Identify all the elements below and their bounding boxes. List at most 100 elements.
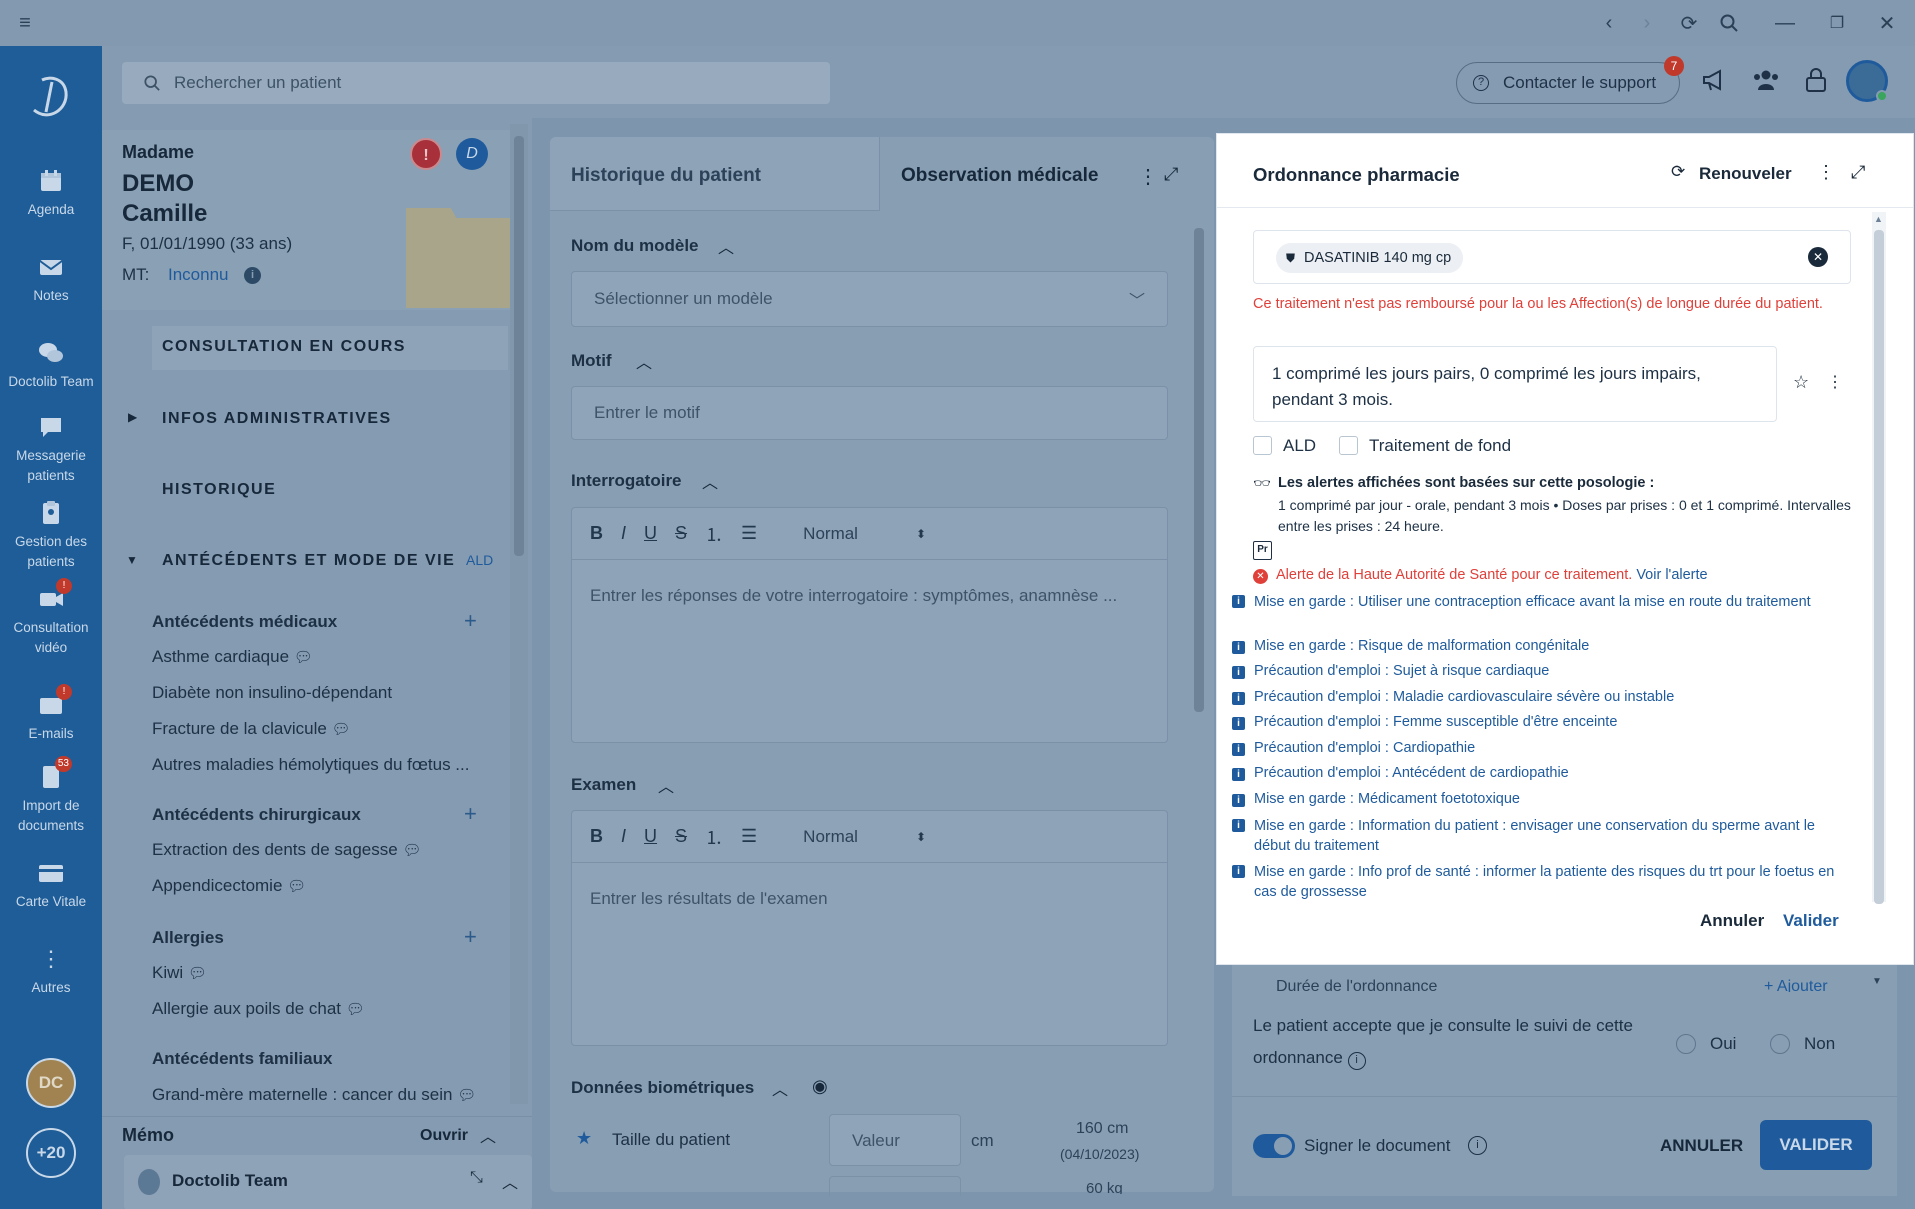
list-item[interactable]: Autres maladies hémolytiques du fœtus ..… <box>152 755 469 775</box>
chevron-up-icon[interactable]: ︿ <box>502 1169 518 1193</box>
memo-open-button[interactable]: Ouvrir <box>420 1127 468 1145</box>
nav-notes[interactable]: Notes <box>0 252 102 306</box>
height-input[interactable]: Valeur <box>829 1114 961 1166</box>
nav-import-documents[interactable]: 53 Import de documents <box>0 756 102 836</box>
doctolib-logo[interactable] <box>24 70 76 122</box>
ordered-list-icon[interactable]: ⒈ <box>705 521 723 547</box>
info-icon[interactable]: i <box>1468 1136 1487 1155</box>
rule-item[interactable]: i Mise en garde : Information du patient … <box>1232 816 1854 856</box>
middle-scrollbar[interactable] <box>1190 214 1208 1186</box>
italic-icon[interactable]: I <box>621 826 626 847</box>
list-item[interactable]: Kiwi 💬︎ <box>152 963 207 983</box>
list-item[interactable]: Appendicectomie 💬︎ <box>152 876 306 896</box>
patient-scrollbar[interactable] <box>510 124 528 1104</box>
scroll-up-icon[interactable]: ▲ <box>1874 214 1883 224</box>
strike-icon[interactable]: S <box>675 826 687 847</box>
user-avatar[interactable]: DC <box>26 1058 76 1108</box>
strike-icon[interactable]: S <box>675 523 687 544</box>
info-icon[interactable]: i <box>244 267 261 284</box>
footer-validate-button[interactable]: VALIDER <box>1760 1120 1872 1170</box>
consent-yes-radio[interactable] <box>1676 1034 1696 1054</box>
maximize-icon[interactable]: ❐ <box>1824 10 1850 36</box>
bold-icon[interactable]: B <box>590 826 603 847</box>
star-icon[interactable]: ★ <box>576 1128 592 1149</box>
patient-search-input[interactable]: Rechercher un patient <box>122 62 830 104</box>
scroll-down-icon[interactable]: ▼ <box>1872 976 1882 987</box>
rule-item[interactable]: i Mise en garde : Utiliser une contracept… <box>1232 592 1854 612</box>
nav-gestion-patients[interactable]: Gestion des patients <box>0 498 102 572</box>
nav-agenda[interactable]: Agenda <box>0 166 102 220</box>
chevron-up-icon[interactable]: ︿ <box>702 469 718 493</box>
italic-icon[interactable]: I <box>621 523 626 544</box>
doctolib-badge-icon[interactable]: D <box>456 138 488 170</box>
chevron-up-icon[interactable]: ︿ <box>480 1123 496 1147</box>
mt-value[interactable]: Inconnu <box>168 265 229 285</box>
model-select[interactable]: Sélectionner un modèle ﹀ <box>571 271 1168 327</box>
format-select[interactable]: Normal <box>803 524 858 544</box>
list-item[interactable]: Extraction des dents de sagesse 💬︎ <box>152 840 421 860</box>
background-treatment-checkbox[interactable] <box>1339 436 1358 455</box>
profile-avatar[interactable] <box>1846 60 1888 102</box>
minimize-icon[interactable]: — <box>1772 10 1798 36</box>
footer-cancel-button[interactable]: ANNULER <box>1660 1136 1743 1156</box>
list-item[interactable]: Diabète non insulino-dépendant <box>152 683 392 703</box>
add-allergy-icon[interactable]: + <box>464 924 477 950</box>
remove-drug-icon[interactable]: ✕ <box>1808 247 1828 267</box>
interrogatoire-editor[interactable]: BIUS ⒈ ☰ Normal ⬍ Entrer les réponses de v… <box>571 507 1168 743</box>
nav-autres[interactable]: ⋮ Autres <box>0 944 102 998</box>
nav-carte-vitale[interactable]: Carte Vitale <box>0 858 102 912</box>
collapse-arrows-icon[interactable]: ⤡ <box>470 1169 483 1187</box>
star-outline-icon[interactable]: ☆ <box>1793 372 1809 393</box>
reload-icon[interactable]: ⟳ <box>1676 10 1702 36</box>
zoom-icon[interactable] <box>1716 10 1742 36</box>
list-item[interactable]: Asthme cardiaque 💬︎ <box>152 647 313 667</box>
more-vertical-icon[interactable]: ⋮ <box>1138 164 1158 189</box>
bullet-list-icon[interactable]: ☰ <box>741 523 757 544</box>
eye-icon[interactable]: ◉ <box>812 1076 828 1097</box>
bullet-list-icon[interactable]: ☰ <box>741 826 757 847</box>
expand-icon[interactable]: ⤢ <box>1164 164 1178 185</box>
renew-button[interactable]: Renouveler <box>1699 164 1792 184</box>
nav-consultation-video[interactable]: ! Consultation vidéo <box>0 578 102 658</box>
see-alert-link[interactable]: Voir l'alerte <box>1636 567 1707 583</box>
rule-item[interactable]: i Mise en garde : Médicament foetotoxique <box>1232 791 1520 807</box>
rule-item[interactable]: i Mise en garde : Info prof de santé : in… <box>1232 862 1854 902</box>
modal-scrollbar[interactable] <box>1872 212 1886 904</box>
add-duration-button[interactable]: + Ajouter <box>1764 978 1828 992</box>
forward-icon[interactable]: › <box>1634 10 1660 36</box>
expand-icon[interactable]: ⤢ <box>1851 162 1865 183</box>
drug-chip[interactable]: ⛊ DASATINIB 140 mg cp <box>1276 243 1464 273</box>
close-window-icon[interactable]: ✕ <box>1874 10 1900 36</box>
rule-item[interactable]: i Précaution d'emploi : Femme susceptible… <box>1232 714 1617 730</box>
more-apps-button[interactable]: +20 <box>26 1128 76 1178</box>
list-item[interactable]: Allergie aux poils de chat 💬︎ <box>152 999 365 1019</box>
rule-item[interactable]: i Mise en garde : Risque de malformation … <box>1232 638 1589 654</box>
alert-badge-icon[interactable]: ! <box>410 138 442 170</box>
chevron-up-icon[interactable]: ︿ <box>636 349 652 373</box>
section-historique[interactable]: HISTORIQUE <box>162 481 276 499</box>
tab-observation[interactable]: Observation médicale <box>901 165 1098 187</box>
megaphone-icon[interactable] <box>1700 66 1728 94</box>
modal-cancel-button[interactable]: Annuler <box>1700 911 1764 931</box>
section-infos-admin[interactable]: INFOS ADMINISTRATIVES <box>162 410 392 428</box>
ordered-list-icon[interactable]: ⒈ <box>705 824 723 850</box>
bold-icon[interactable]: B <box>590 523 603 544</box>
more-vertical-icon[interactable]: ⋮ <box>1817 162 1835 183</box>
chevron-up-icon[interactable]: ︿ <box>772 1076 788 1100</box>
chevron-up-icon[interactable]: ︿ <box>718 234 734 258</box>
underline-icon[interactable]: U <box>644 826 657 847</box>
format-select[interactable]: Normal <box>803 827 858 847</box>
tab-history[interactable]: Historique du patient <box>550 137 880 211</box>
duration-label[interactable]: Durée de l'ordonnance <box>1276 978 1437 992</box>
examen-editor[interactable]: BIUS ⒈ ☰ Normal ⬍ Entrer les résultats de … <box>571 810 1168 1046</box>
rule-item[interactable]: i Précaution d'emploi : Sujet à risque ca… <box>1232 663 1549 679</box>
weight-input[interactable] <box>829 1176 961 1196</box>
rule-item[interactable]: i Précaution d'emploi : Maladie cardiovas… <box>1232 689 1674 705</box>
support-button[interactable]: ? Contacter le support <box>1456 62 1680 104</box>
ald-checkbox[interactable] <box>1253 436 1272 455</box>
back-icon[interactable]: ‹ <box>1596 10 1622 36</box>
underline-icon[interactable]: U <box>644 523 657 544</box>
motif-input[interactable]: Entrer le motif <box>571 386 1168 440</box>
lock-icon[interactable] <box>1804 66 1828 94</box>
add-surgery-icon[interactable]: + <box>464 801 477 827</box>
